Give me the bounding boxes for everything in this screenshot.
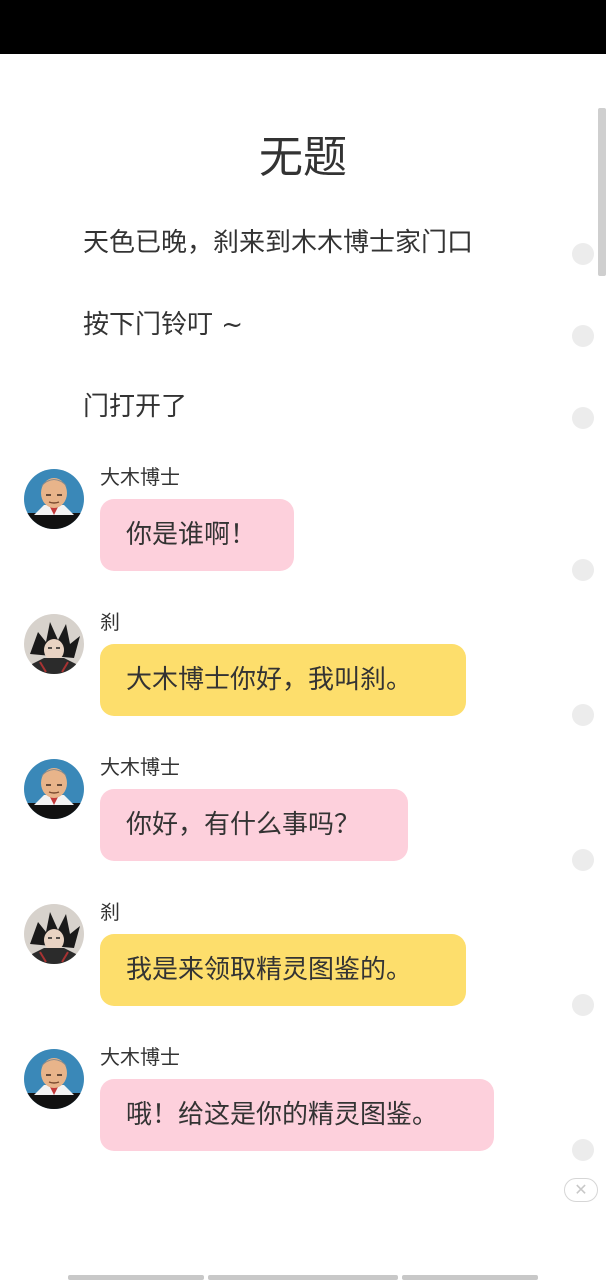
comment-dot[interactable] bbox=[572, 243, 594, 265]
message-bubble: 哦！给这是你的精灵图鉴。 bbox=[100, 1079, 494, 1151]
avatar-sha[interactable] bbox=[24, 614, 84, 674]
message-bubble: 你好，有什么事吗？ bbox=[100, 789, 408, 861]
comment-dot[interactable] bbox=[572, 704, 594, 726]
narration-line: 按下门铃叮 ~ bbox=[83, 310, 244, 340]
story-title: 无题 bbox=[259, 132, 347, 183]
professor-avatar-image bbox=[24, 1049, 84, 1109]
comment-dot[interactable] bbox=[572, 559, 594, 581]
avatar-sha[interactable] bbox=[24, 904, 84, 964]
message-bubble: 大木博士你好，我叫刹。 bbox=[100, 644, 466, 716]
sha-avatar-image bbox=[24, 904, 84, 964]
comment-dot[interactable] bbox=[572, 325, 594, 347]
speaker-name: 刹 bbox=[100, 900, 120, 924]
message-bubble: 我是来领取精灵图鉴的。 bbox=[100, 934, 466, 1006]
professor-avatar-image bbox=[24, 759, 84, 819]
speaker-name: 大木博士 bbox=[100, 1045, 180, 1069]
message-bubble: 你是谁啊！ bbox=[100, 499, 294, 571]
speaker-name: 大木博士 bbox=[100, 755, 180, 779]
comment-dot[interactable] bbox=[572, 994, 594, 1016]
bottom-tab-indicator[interactable] bbox=[68, 1275, 204, 1280]
status-bar bbox=[0, 0, 606, 54]
avatar-professor[interactable] bbox=[24, 759, 84, 819]
comment-dot[interactable] bbox=[572, 1139, 594, 1161]
avatar-professor[interactable] bbox=[24, 469, 84, 529]
close-icon: ✕ bbox=[574, 1180, 588, 1199]
bottom-tab-indicator[interactable] bbox=[402, 1275, 538, 1280]
narration-line: 门打开了 bbox=[83, 392, 188, 422]
professor-avatar-image bbox=[24, 469, 84, 529]
avatar-professor[interactable] bbox=[24, 1049, 84, 1109]
close-button[interactable]: ✕ bbox=[564, 1178, 598, 1202]
sha-avatar-image bbox=[24, 614, 84, 674]
comment-dot[interactable] bbox=[572, 849, 594, 871]
bottom-tab-indicator[interactable] bbox=[208, 1275, 398, 1280]
speaker-name: 大木博士 bbox=[100, 465, 180, 489]
narration-line: 天色已晚，刹来到木木博士家门口 bbox=[83, 228, 474, 258]
speaker-name: 刹 bbox=[100, 610, 120, 634]
comment-dot[interactable] bbox=[572, 407, 594, 429]
